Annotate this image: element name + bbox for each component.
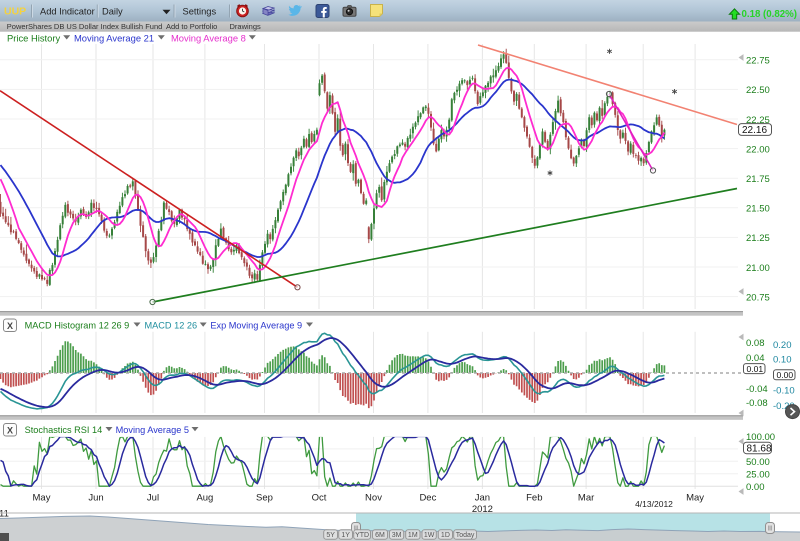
svg-text:0.10: 0.10 <box>773 355 792 366</box>
svg-text:-0.10: -0.10 <box>773 385 795 396</box>
svg-text:Aug: Aug <box>196 493 213 504</box>
svg-text:1D: 1D <box>441 532 450 539</box>
svg-text:X: X <box>7 426 13 436</box>
svg-text:25.00: 25.00 <box>746 469 770 480</box>
svg-text:0.08: 0.08 <box>746 338 765 349</box>
svg-text:Dec: Dec <box>419 493 436 504</box>
svg-text:Price History: Price History <box>7 32 60 43</box>
svg-text:Jan: Jan <box>475 493 490 504</box>
svg-text:Nov: Nov <box>365 493 382 504</box>
svg-text:6M: 6M <box>375 532 385 539</box>
svg-text:1Y: 1Y <box>341 532 350 539</box>
svg-text:100.00: 100.00 <box>746 432 775 443</box>
svg-text:Drawings: Drawings <box>230 22 262 31</box>
svg-text:Moving Average 21: Moving Average 21 <box>74 32 154 43</box>
svg-text:Moving Average 5: Moving Average 5 <box>116 425 189 435</box>
svg-text:4/13/2012: 4/13/2012 <box>635 499 673 509</box>
svg-text:Exp Moving Average 9: Exp Moving Average 9 <box>210 321 302 331</box>
svg-text:0.04: 0.04 <box>746 353 765 364</box>
svg-text:0.18 (0.82%): 0.18 (0.82%) <box>742 9 797 20</box>
svg-text:50.00: 50.00 <box>746 457 770 468</box>
svg-text:1M: 1M <box>408 532 418 539</box>
svg-text:Settings: Settings <box>183 7 217 17</box>
svg-text:Moving Average 8: Moving Average 8 <box>171 32 246 43</box>
svg-text:Feb: Feb <box>526 493 542 504</box>
svg-text:Sep: Sep <box>256 493 273 504</box>
svg-text:3M: 3M <box>392 532 402 539</box>
svg-text:20.75: 20.75 <box>746 292 770 303</box>
svg-text:81.68: 81.68 <box>747 444 772 455</box>
svg-text:PowerShares DB US Dollar Index: PowerShares DB US Dollar Index Bullish F… <box>7 22 163 31</box>
svg-text:22.50: 22.50 <box>746 85 770 96</box>
svg-text:X: X <box>7 321 13 331</box>
svg-text:1W: 1W <box>424 532 435 539</box>
svg-text:21.75: 21.75 <box>746 174 770 185</box>
svg-text:0.00: 0.00 <box>746 482 765 493</box>
svg-text:Oct: Oct <box>312 493 327 504</box>
svg-text:Add Indicator: Add Indicator <box>40 7 95 17</box>
svg-text:May: May <box>33 493 51 504</box>
svg-text:21.25: 21.25 <box>746 233 770 244</box>
svg-text:-0.04: -0.04 <box>746 384 768 395</box>
svg-text:0.00: 0.00 <box>777 370 794 380</box>
svg-text:22.75: 22.75 <box>746 56 770 67</box>
svg-text:Mar: Mar <box>578 493 594 504</box>
svg-text:Jun: Jun <box>88 493 103 504</box>
svg-text:Add to Portfolio: Add to Portfolio <box>166 22 217 31</box>
svg-text:Stochastics RSI 14: Stochastics RSI 14 <box>25 425 103 435</box>
svg-text:5Y: 5Y <box>326 532 335 539</box>
svg-text:YTD: YTD <box>355 532 369 539</box>
svg-text:MACD Histogram 12 26 9: MACD Histogram 12 26 9 <box>25 321 130 331</box>
svg-text:22.16: 22.16 <box>742 125 767 136</box>
svg-text:0.20: 0.20 <box>773 340 792 351</box>
svg-text:22.00: 22.00 <box>746 144 770 155</box>
svg-text:Today: Today <box>456 532 475 539</box>
svg-text:0.01: 0.01 <box>747 364 764 374</box>
svg-text:May: May <box>686 493 704 504</box>
svg-text:21.00: 21.00 <box>746 263 770 274</box>
svg-text:-0.08: -0.08 <box>746 398 768 409</box>
svg-text:21.50: 21.50 <box>746 204 770 215</box>
svg-text:MACD 12 26: MACD 12 26 <box>145 321 198 331</box>
svg-text:Jul: Jul <box>147 493 159 504</box>
svg-text:UUP: UUP <box>4 6 26 18</box>
svg-text:Daily: Daily <box>102 7 123 17</box>
